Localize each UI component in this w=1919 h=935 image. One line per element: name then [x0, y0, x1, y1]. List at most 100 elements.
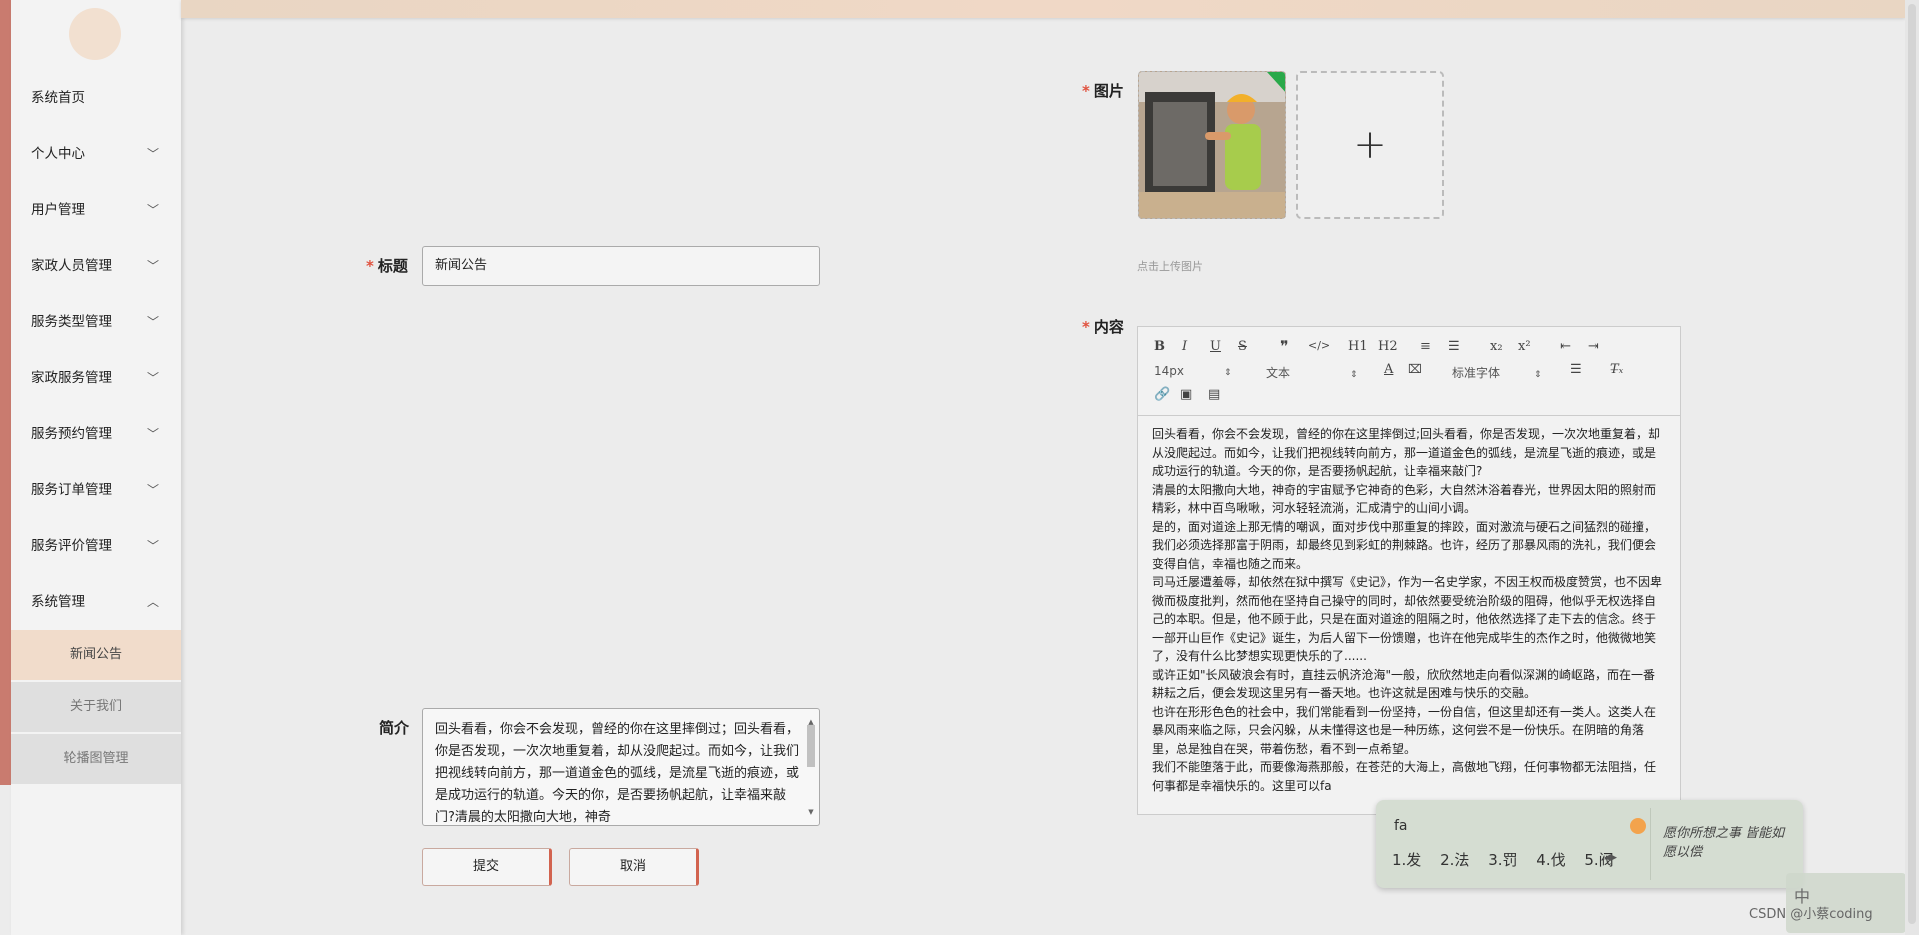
subscript-icon[interactable]: x₂: [1490, 339, 1503, 354]
required-marker: *: [1082, 82, 1090, 100]
sidebar-item-user-management[interactable]: 用户管理 ﹀: [11, 190, 181, 230]
sidebar-subitem-carousel-management[interactable]: 轮播图管理: [11, 734, 181, 784]
ime-logo-icon[interactable]: [1630, 818, 1646, 834]
font-family-select[interactable]: 标准字体 ⇕: [1452, 364, 1542, 381]
text-type-select[interactable]: 文本 ⇕: [1266, 364, 1358, 381]
ime-skin-art: 愿你所想之事 皆能如愿以偿: [1650, 808, 1796, 880]
worker-photo: [1139, 72, 1285, 218]
sidebar-item-system-management[interactable]: 系统管理 ︿: [11, 582, 181, 622]
plus-icon: +: [1353, 122, 1387, 168]
sidebar-item-service-type-management[interactable]: 服务类型管理 ﹀: [11, 302, 181, 342]
ime-candidate[interactable]: 3.罚: [1488, 851, 1517, 869]
ime-candidate[interactable]: 4.伐: [1536, 851, 1565, 869]
heading2-icon[interactable]: H2: [1378, 339, 1398, 354]
uploaded-image-thumbnail[interactable]: [1138, 71, 1286, 219]
required-marker: *: [366, 257, 374, 275]
blockquote-icon[interactable]: ❞: [1280, 337, 1289, 356]
sidebar-subitem-label: 关于我们: [69, 699, 122, 714]
cancel-button[interactable]: 取消: [569, 848, 699, 886]
ime-candidate[interactable]: 2.法: [1440, 851, 1469, 869]
editor-content[interactable]: 回头看看，你会不会发现，曾经的你在这里摔倒过;回头看看，你是否发现，一次次地重复…: [1152, 425, 1664, 795]
clear-format-icon[interactable]: T̶ₓ: [1610, 362, 1623, 377]
superscript-icon[interactable]: x²: [1518, 339, 1531, 354]
paragraph: 司马迁屡遭羞辱，却依然在狱中撰写《史记》，作为一名史学家，不因王权而极度赞赏，也…: [1152, 575, 1663, 663]
title-input[interactable]: 新闻公告: [422, 246, 820, 286]
ordered-list-icon[interactable]: ≡: [1420, 339, 1431, 354]
sidebar-item-label: 系统首页: [31, 90, 85, 106]
paragraph: 是的，面对道途上那无情的嘲讽，面对步伐中那重复的摔跤，面对激流与硬石之间猛烈的碰…: [1152, 519, 1657, 571]
chevron-down-icon: ﹀: [146, 483, 159, 497]
select-arrow-icon: ⇕: [1534, 370, 1542, 380]
upload-hint: 点击上传图片: [1137, 260, 1203, 273]
select-arrow-icon: ⇕: [1350, 370, 1358, 380]
sidebar-item-housekeeper-management[interactable]: 家政人员管理 ﹀: [11, 246, 181, 286]
bold-icon[interactable]: B: [1154, 339, 1165, 354]
sidebar-item-label: 服务订单管理: [31, 482, 112, 498]
ime-composition: fa: [1394, 818, 1408, 834]
sidebar-subitem-news[interactable]: 新闻公告: [11, 630, 181, 680]
indent-icon[interactable]: ⇥: [1588, 339, 1599, 354]
image-icon[interactable]: ▣: [1180, 387, 1192, 402]
left-accent-bar: [0, 0, 11, 785]
textarea-scrollbar[interactable]: ▲ ▼: [805, 711, 817, 823]
add-image-button[interactable]: +: [1296, 71, 1444, 219]
sidebar-subitem-about-us[interactable]: 关于我们: [11, 682, 181, 732]
paragraph: 清晨的太阳撒向大地，神奇的宇宙赋予它神奇的色彩，大自然沐浴着春光，世界因太阳的照…: [1152, 482, 1657, 516]
summary-label: 简介: [379, 719, 410, 737]
scrollbar-thumb[interactable]: [1908, 4, 1916, 924]
ime-candidates[interactable]: 1.发 2.法 3.罚 4.伐 5.阀: [1392, 849, 1614, 870]
editor-toolbar: B I U S ❞ </> H1 H2 ≡ ☰ x₂ x² ⇤ ⇥ 14px ⇕ …: [1138, 327, 1680, 416]
strikethrough-icon[interactable]: S: [1238, 339, 1247, 354]
scrollbar-thumb[interactable]: [807, 725, 815, 767]
sidebar-item-housekeeping-service-management[interactable]: 家政服务管理 ﹀: [11, 358, 181, 398]
sidebar-item-label: 服务类型管理: [31, 314, 112, 330]
sidebar-item-appointment-management[interactable]: 服务预约管理 ﹀: [11, 414, 181, 454]
sidebar-item-order-management[interactable]: 服务订单管理 ﹀: [11, 470, 181, 510]
font-size-select[interactable]: 14px ⇕: [1154, 364, 1232, 378]
paragraph: 回头看看，你会不会发现，曾经的你在这里摔倒过;回头看看，你是否发现，一次次地重复…: [1152, 427, 1661, 478]
sidebar-item-review-management[interactable]: 服务评价管理 ﹀: [11, 526, 181, 566]
link-icon[interactable]: 🔗: [1154, 387, 1170, 402]
outdent-icon[interactable]: ⇤: [1560, 339, 1571, 354]
italic-icon[interactable]: I: [1182, 339, 1187, 354]
page-scrollbar[interactable]: [1905, 0, 1919, 935]
sidebar-item-label: 个人中心: [31, 146, 85, 162]
rich-text-editor[interactable]: B I U S ❞ </> H1 H2 ≡ ☰ x₂ x² ⇤ ⇥ 14px ⇕ …: [1137, 326, 1681, 815]
heading1-icon[interactable]: H1: [1348, 339, 1368, 354]
summary-text: 回头看看，你会不会发现，曾经的你在这里摔倒过；回头看看，你是否发现，一次次地重复…: [435, 722, 800, 825]
chevron-down-icon: ﹀: [146, 371, 159, 385]
scroll-down-icon[interactable]: ▼: [805, 801, 817, 823]
sidebar-item-home[interactable]: 系统首页: [11, 78, 181, 118]
chevron-down-icon: ﹀: [146, 259, 159, 273]
chevron-up-icon: ︿: [146, 595, 159, 609]
align-icon[interactable]: ☰: [1570, 362, 1582, 377]
chevron-down-icon: ﹀: [146, 427, 159, 441]
sidebar-subitem-label: 新闻公告: [69, 647, 122, 662]
content-label: * 内容: [1082, 318, 1124, 336]
underline-icon[interactable]: U: [1210, 339, 1221, 354]
font-color-icon[interactable]: A: [1384, 362, 1393, 377]
paragraph: 我们不能堕落于此，而要像海燕那般，在苍茫的大海上，高傲地飞翔，任何事物都无法阻挡…: [1152, 760, 1657, 793]
sidebar-item-label: 家政人员管理: [31, 258, 112, 274]
ime-candidate[interactable]: 1.发: [1392, 851, 1421, 869]
chevron-down-icon: ﹀: [146, 539, 159, 553]
background-color-icon[interactable]: ⌧: [1408, 362, 1422, 376]
submit-button[interactable]: 提交: [422, 848, 552, 886]
bullet-list-icon[interactable]: ☰: [1448, 339, 1460, 354]
select-arrow-icon: ⇕: [1224, 368, 1232, 378]
summary-textarea[interactable]: 回头看看，你会不会发现，曾经的你在这里摔倒过；回头看看，你是否发现，一次次地重复…: [422, 708, 820, 826]
sidebar-item-personal-center[interactable]: 个人中心 ﹀: [11, 134, 181, 174]
chevron-down-icon: ﹀: [146, 147, 159, 161]
ime-page-arrows-icon[interactable]: ◂▸: [1604, 850, 1617, 865]
avatar: [69, 8, 121, 60]
required-marker: *: [1082, 318, 1090, 336]
code-block-icon[interactable]: </>: [1308, 339, 1330, 352]
sidebar-item-label: 用户管理: [31, 202, 85, 218]
title-label: * 标题: [366, 257, 408, 275]
watermark: CSDN @小蔡coding: [1749, 907, 1873, 922]
image-label: * 图片: [1082, 82, 1124, 100]
video-icon[interactable]: ▤: [1208, 387, 1220, 402]
top-header-bar: [181, 0, 1905, 18]
paragraph: 或许正如"长风破浪会有时，直挂云帆济沧海"一般，欣欣然地走向看似深渊的崎岖路，而…: [1152, 667, 1656, 701]
sidebar-item-label: 家政服务管理: [31, 370, 112, 386]
